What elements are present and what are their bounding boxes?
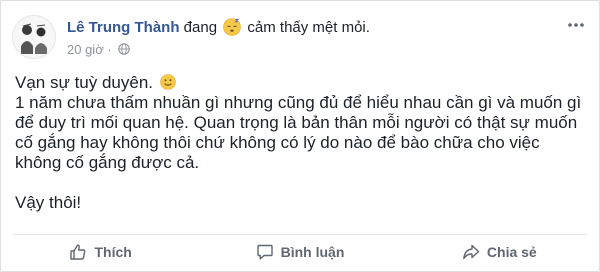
post-meta: 20 giờ ·	[67, 42, 131, 58]
post-closing: Vậy thôi!	[15, 193, 82, 212]
avatar-image	[13, 16, 55, 58]
post-line: Vạn sự tuỳ duyên.	[15, 73, 585, 93]
globe-icon[interactable]	[118, 43, 131, 55]
like-button[interactable]: Thích	[1, 237, 200, 267]
post-paragraph: 1 năm chưa thấm nhuần gì nhưng cũng đủ đ…	[15, 93, 582, 172]
timestamp[interactable]: 20 giờ	[67, 42, 104, 57]
avatar[interactable]	[12, 15, 56, 59]
comment-button[interactable]: Bình luận	[200, 237, 399, 267]
share-arrow-icon	[463, 244, 480, 260]
sleepy-face-icon	[223, 18, 242, 36]
feeling-text: cảm thấy mệt mỏi.	[247, 19, 370, 36]
activity-prefix: đang	[183, 19, 218, 36]
author-name[interactable]: Lê Trung Thành	[67, 19, 180, 36]
post-actions: Thích Bình luận Chia sẻ	[1, 237, 599, 267]
like-label: Thích	[94, 244, 132, 260]
smile-emoji-icon	[159, 74, 176, 90]
post-body: Vạn sự tuỳ duyên. 1 năm chưa thấm nhuần …	[15, 73, 585, 213]
post-line-text: Vạn sự tuỳ duyên.	[15, 73, 154, 92]
post-header: Lê Trung Thành đang cảm thấy mệt mỏi.	[67, 18, 370, 38]
more-options-icon[interactable]	[567, 19, 585, 31]
comment-icon	[256, 244, 273, 260]
thumbs-up-icon	[70, 244, 86, 260]
post-card: Lê Trung Thành đang cảm thấy mệt mỏi. 20…	[0, 0, 600, 272]
actions-divider	[13, 234, 587, 235]
comment-label: Bình luận	[280, 244, 345, 260]
share-button[interactable]: Chia sẻ	[400, 237, 599, 267]
share-label: Chia sẻ	[486, 244, 537, 260]
meta-separator: ·	[107, 42, 116, 57]
